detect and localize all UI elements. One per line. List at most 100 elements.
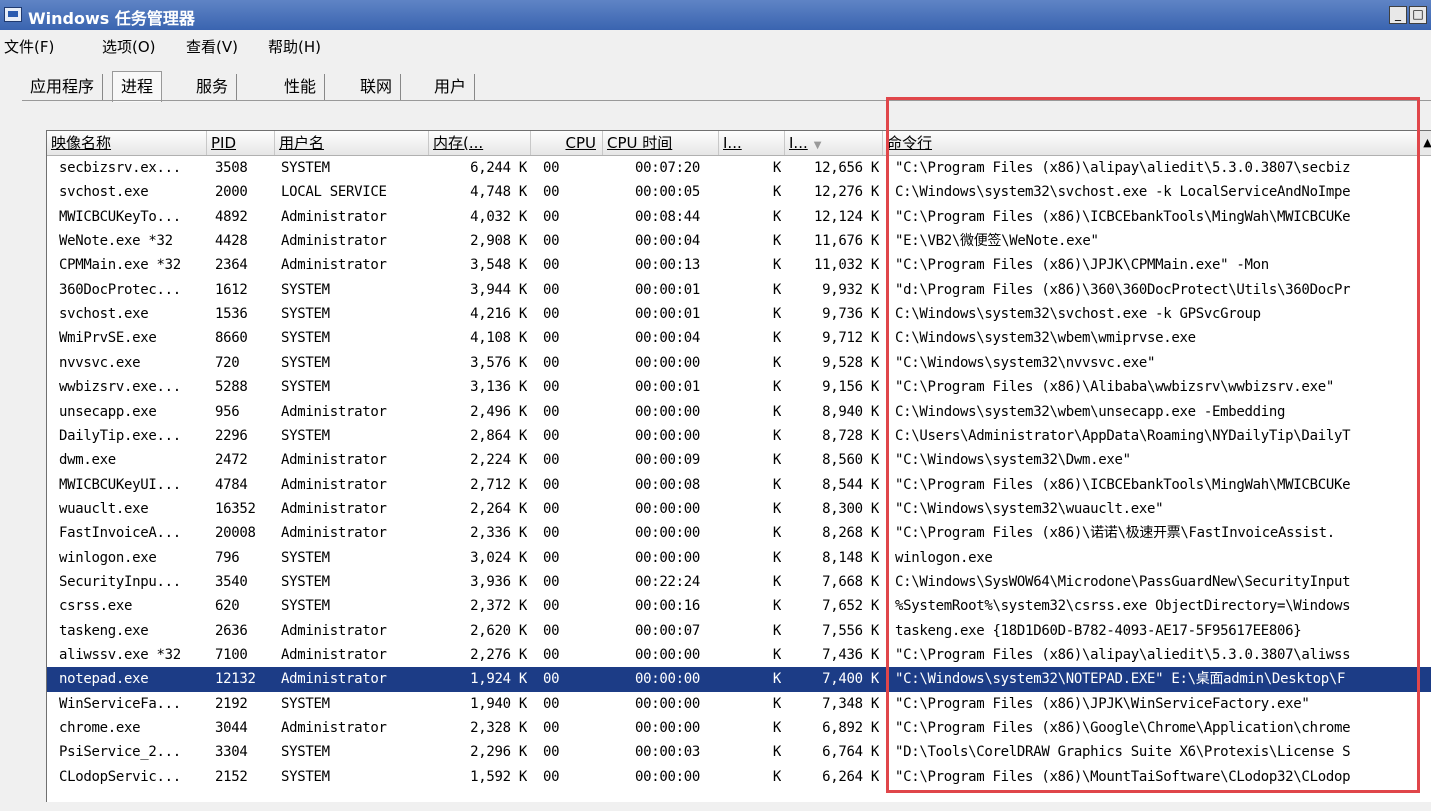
- table-row[interactable]: MWICBCUKeyUI... 4784 Administrator 2,712 K 0…: [47, 473, 1431, 497]
- col-io-2[interactable]: I... ▼: [785, 131, 883, 155]
- cell-cpu-time: 00:00:04: [635, 330, 701, 347]
- tab-performance[interactable]: 性能: [276, 74, 326, 100]
- cell-io-1: K: [772, 525, 781, 542]
- tab-applications[interactable]: 应用程序: [22, 74, 104, 100]
- cell-cpu: 00: [543, 184, 560, 201]
- tab-processes[interactable]: 进程: [112, 71, 163, 102]
- menu-file[interactable]: 文件(F): [4, 36, 54, 57]
- cell-username: SYSTEM: [281, 768, 330, 785]
- tab-users[interactable]: 用户: [426, 74, 476, 100]
- table-row[interactable]: chrome.exe 3044 Administrator 2,328 K 00 00:0…: [47, 716, 1431, 740]
- table-row[interactable]: dwm.exe 2472 Administrator 2,224 K 00 00:00:0…: [47, 448, 1431, 472]
- cell-io-1: K: [772, 768, 781, 785]
- col-io-1[interactable]: I...: [719, 131, 785, 155]
- table-row[interactable]: PsiService_2... 3304 SYSTEM 2,296 K 00 00:00:…: [47, 740, 1431, 764]
- col-username-label: 用户名: [279, 134, 325, 152]
- cell-io-2: 12,656 K: [813, 160, 879, 176]
- table-row[interactable]: WmiPrvSE.exe 8660 SYSTEM 4,108 K 00 00:00:04 K…: [47, 326, 1431, 350]
- cell-command-line: winlogon.exe: [895, 549, 993, 566]
- cell-io-1: K: [772, 354, 781, 371]
- col-pid[interactable]: PID: [207, 131, 275, 155]
- cell-cpu-time: 00:00:16: [635, 598, 701, 615]
- table-row[interactable]: wwbizsrv.exe... 5288 SYSTEM 3,136 K 00 00:00:…: [47, 375, 1431, 399]
- table-row[interactable]: secbizsrv.ex... 3508 SYSTEM 6,244 K 00 00:07:…: [47, 156, 1431, 180]
- cell-io-1: K: [772, 622, 781, 639]
- table-row[interactable]: WeNote.exe *32 4428 Administrator 2,908 K 00…: [47, 229, 1431, 253]
- cell-image-name: nvvsvc.exe: [59, 354, 141, 371]
- cell-cpu: 00: [543, 427, 560, 444]
- menu-help[interactable]: 帮助(H): [268, 36, 321, 57]
- menu-view[interactable]: 查看(V): [186, 36, 238, 57]
- table-row[interactable]: SecurityInpu... 3540 SYSTEM 3,936 K 00 00:22:…: [47, 570, 1431, 594]
- table-row[interactable]: svchost.exe 2000 LOCAL SERVICE 4,748 K 00 00:…: [47, 180, 1431, 204]
- col-cpu-label: CPU: [565, 134, 597, 152]
- col-cpu[interactable]: CPU: [531, 131, 603, 155]
- cell-io-2: 9,156 K: [822, 379, 879, 396]
- cell-io-2: 8,940 K: [822, 403, 879, 420]
- table-row[interactable]: 360DocProtec... 1612 SYSTEM 3,944 K 00 00:00:…: [47, 278, 1431, 302]
- cell-username: Administrator: [281, 476, 387, 493]
- table-row[interactable]: notepad.exe 12132 Administrator 1,924 K 00 00…: [47, 666, 1431, 693]
- table-row[interactable]: CLodopServic... 2152 SYSTEM 1,592 K 00 00:00:…: [47, 765, 1431, 789]
- cell-command-line: "C:\Program Files (x86)\ICBCEbankTools\M…: [895, 476, 1351, 493]
- table-row[interactable]: nvvsvc.exe 720 SYSTEM 3,576 K 00 00:00:00 K 9,5…: [47, 351, 1431, 375]
- col-cpu-time[interactable]: CPU 时间: [603, 131, 719, 155]
- cell-username: SYSTEM: [281, 549, 330, 566]
- cell-cpu: 00: [543, 208, 560, 225]
- cell-cpu: 00: [543, 306, 560, 323]
- cell-image-name: dwm.exe: [59, 452, 116, 469]
- cell-image-name: 360DocProtec...: [59, 281, 181, 298]
- cell-io-2: 12,124 K: [813, 208, 879, 225]
- table-row[interactable]: winlogon.exe 796 SYSTEM 3,024 K 00 00:00:00 K 8…: [47, 546, 1431, 570]
- restore-button[interactable]: □: [1409, 6, 1427, 24]
- cell-memory: 2,276 K: [470, 647, 527, 663]
- cell-cpu-time: 00:08:44: [635, 208, 701, 225]
- cell-memory: 1,924 K: [470, 671, 527, 688]
- cell-username: Administrator: [281, 622, 387, 639]
- cell-command-line: "d:\Program Files (x86)\360\360DocProtec…: [895, 281, 1351, 298]
- table-row[interactable]: DailyTip.exe... 2296 SYSTEM 2,864 K 00 00:00:…: [47, 424, 1431, 448]
- table-row[interactable]: FastInvoiceA... 20008 Administrator 2,336 K…: [47, 521, 1431, 545]
- cell-io-1: K: [772, 671, 781, 688]
- col-memory[interactable]: 内存(...: [429, 131, 531, 155]
- scroll-up-icon[interactable]: ▲: [1417, 131, 1431, 155]
- cell-command-line: "C:\Program Files (x86)\JPJK\CPMMain.exe…: [895, 257, 1269, 274]
- minimize-button[interactable]: _: [1389, 6, 1407, 24]
- table-row[interactable]: unsecapp.exe 956 Administrator 2,496 K 00 00:…: [47, 400, 1431, 424]
- cell-image-name: WinServiceFa...: [59, 695, 181, 712]
- col-image-name[interactable]: 映像名称: [47, 131, 207, 155]
- cell-pid: 2636: [215, 622, 248, 639]
- cell-pid: 2152: [215, 768, 248, 785]
- menu-options[interactable]: 选项(O): [102, 36, 156, 57]
- cell-username: SYSTEM: [281, 427, 330, 444]
- cell-cpu-time: 00:00:01: [635, 281, 701, 298]
- cell-pid: 4784: [215, 476, 248, 493]
- cell-cpu: 00: [543, 476, 560, 493]
- table-row[interactable]: WinServiceFa... 2192 SYSTEM 1,940 K 00 00:00:…: [47, 692, 1431, 716]
- cell-io-1: K: [772, 184, 781, 201]
- table-row[interactable]: taskeng.exe 2636 Administrator 2,620 K 00 00:…: [47, 619, 1431, 643]
- col-username[interactable]: 用户名: [275, 131, 429, 155]
- cell-cpu-time: 00:22:24: [635, 573, 701, 590]
- table-row[interactable]: CPMMain.exe *32 2364 Administrator 3,548 K 0…: [47, 253, 1431, 277]
- cell-io-2: 11,032 K: [813, 257, 879, 274]
- cell-io-2: 9,736 K: [822, 306, 879, 323]
- table-row[interactable]: MWICBCUKeyTo... 4892 Administrator 4,032 K 0…: [47, 205, 1431, 229]
- cell-cpu-time: 00:00:00: [635, 403, 701, 420]
- cell-cpu: 00: [543, 525, 560, 542]
- tab-networking[interactable]: 联网: [352, 74, 402, 100]
- cell-io-1: K: [772, 720, 781, 737]
- table-row[interactable]: csrss.exe 620 SYSTEM 2,372 K 00 00:00:16 K 7,65…: [47, 594, 1431, 618]
- table-row[interactable]: svchost.exe 1536 SYSTEM 4,216 K 00 00:00:01 K 9…: [47, 302, 1431, 326]
- cell-memory: 4,748 K: [470, 184, 527, 201]
- cell-io-1: K: [772, 306, 781, 323]
- cell-io-1: K: [772, 233, 781, 250]
- cell-pid: 12132: [215, 671, 256, 688]
- cell-io-1: K: [772, 695, 781, 712]
- tab-services[interactable]: 服务: [188, 74, 238, 100]
- cell-io-2: 7,400 K: [822, 671, 879, 688]
- table-row[interactable]: aliwssv.exe *32 7100 Administrator 2,276 K 0…: [47, 643, 1431, 667]
- col-command-line[interactable]: 命令行: [883, 131, 1431, 155]
- cell-cpu-time: 00:00:00: [635, 671, 701, 688]
- table-row[interactable]: wuauclt.exe 16352 Administrator 2,264 K 00 00…: [47, 497, 1431, 521]
